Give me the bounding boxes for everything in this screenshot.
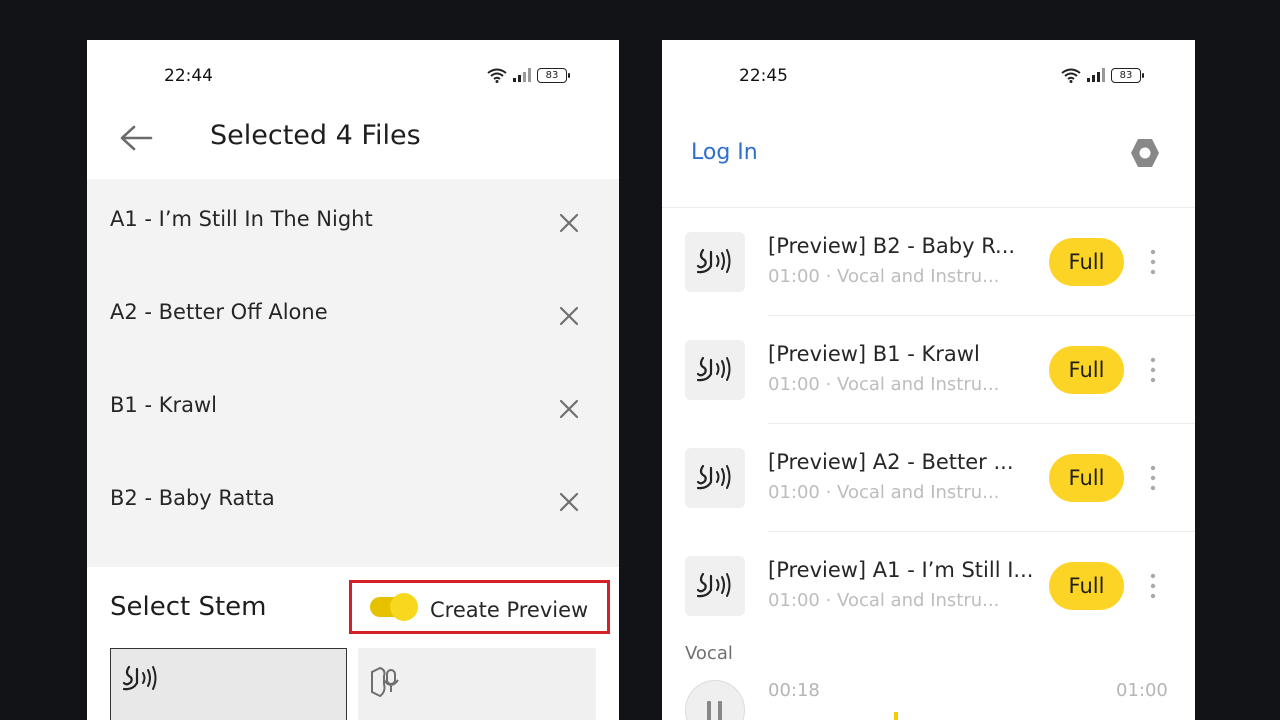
select-stem-heading: Select Stem [110,592,267,622]
full-button[interactable]: Full [1049,346,1124,394]
wifi-icon [1061,68,1081,83]
file-name: A2 - Better Off Alone [110,300,328,324]
status-bar: 22:44 83 [87,40,619,112]
login-link[interactable]: Log In [691,140,758,165]
library-screen: 22:45 83 Log In [Preview] B2 - Baby R...… [662,40,1195,720]
more-vertical-icon[interactable] [1146,248,1160,276]
full-button[interactable]: Full [1049,562,1124,610]
track-row[interactable]: [Preview] A2 - Better ... 01:00 · Vocal … [662,424,1195,532]
track-row[interactable]: [Preview] B1 - Krawl 01:00 · Vocal and I… [662,316,1195,424]
page-title: Selected 4 Files [210,120,421,151]
track-title: [Preview] A1 - I’m Still I... [768,558,1034,582]
selected-files-screen: 22:44 83 Selected 4 Files A1 - I’m Still… [87,40,619,720]
track-thumbnail [685,556,745,616]
wifi-icon [487,68,507,83]
more-vertical-icon[interactable] [1146,572,1160,600]
track-subtitle: 01:00 · Vocal and Instru... [768,590,1000,611]
toggle-knob [390,593,418,621]
track-row[interactable]: [Preview] A1 - I’m Still I... 01:00 · Vo… [662,532,1195,640]
pause-icon [718,701,722,720]
track-title: [Preview] A2 - Better ... [768,450,1014,474]
file-row: B2 - Baby Ratta [87,458,619,551]
player-section-label: Vocal [685,643,733,664]
signal-icon [1087,68,1105,82]
settings-hexagon-icon[interactable] [1128,136,1162,170]
current-time: 00:18 [768,680,820,701]
create-preview-toggle[interactable] [370,593,418,621]
track-title: [Preview] B1 - Krawl [768,342,980,366]
remove-file-icon[interactable] [555,488,583,516]
create-preview-highlight: Create Preview [349,580,610,634]
back-arrow-button[interactable] [119,123,153,153]
track-title: [Preview] B2 - Baby R... [768,234,1016,258]
file-name: B1 - Krawl [110,393,217,417]
file-row: A2 - Better Off Alone [87,272,619,365]
file-name: B2 - Baby Ratta [110,486,275,510]
pause-button[interactable] [685,680,745,720]
battery-icon: 83 [1111,67,1144,83]
track-thumbnail [685,232,745,292]
remove-file-icon[interactable] [555,209,583,237]
track-subtitle: 01:00 · Vocal and Instru... [768,374,1000,395]
full-button[interactable]: Full [1049,238,1124,286]
vocal-head-icon [696,356,731,382]
no-vocal-icon [371,666,399,698]
full-button[interactable]: Full [1049,454,1124,502]
file-name: A1 - I’m Still In The Night [110,207,373,231]
pause-icon [707,701,711,720]
file-row: A1 - I’m Still In The Night [87,179,619,272]
more-vertical-icon[interactable] [1146,356,1160,384]
status-bar: 22:45 83 [662,40,1195,112]
vocal-head-icon [122,665,157,691]
status-icons: 83 [1061,67,1144,83]
playhead[interactable] [894,712,898,720]
stem-option-vocal[interactable] [110,648,347,720]
battery-icon: 83 [537,67,570,83]
total-time: 01:00 [1116,680,1168,701]
file-row: B1 - Krawl [87,365,619,458]
more-vertical-icon[interactable] [1146,464,1160,492]
remove-file-icon[interactable] [555,302,583,330]
track-subtitle: 01:00 · Vocal and Instru... [768,482,1000,503]
track-thumbnail [685,340,745,400]
vocal-head-icon [696,572,731,598]
selected-file-list: A1 - I’m Still In The Night A2 - Better … [87,179,619,567]
stem-option-instrumental[interactable] [358,648,596,720]
signal-icon [513,68,531,82]
status-time: 22:45 [739,66,788,86]
create-preview-label: Create Preview [430,598,589,622]
vocal-head-icon [696,248,731,274]
remove-file-icon[interactable] [555,395,583,423]
vocal-head-icon [696,464,731,490]
status-time: 22:44 [164,66,213,86]
track-row[interactable]: [Preview] B2 - Baby R... 01:00 · Vocal a… [662,208,1195,316]
track-thumbnail [685,448,745,508]
track-subtitle: 01:00 · Vocal and Instru... [768,266,1000,287]
status-icons: 83 [487,67,570,83]
